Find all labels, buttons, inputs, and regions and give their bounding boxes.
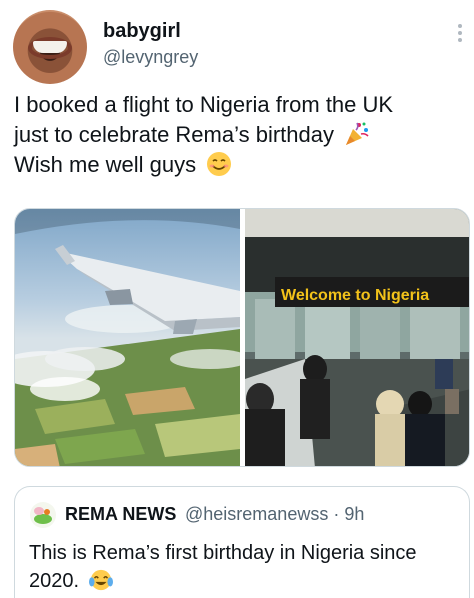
tweet-line-2: just to celebrate Rema’s birthday bbox=[14, 122, 334, 147]
welcome-sign-text: Welcome to Nigeria bbox=[281, 287, 429, 304]
quoted-line-2: 2020. bbox=[29, 570, 80, 592]
tweet-text: I booked a flight to Nigeria from the UK… bbox=[14, 90, 464, 180]
quoted-text: This is Rema’s first birthday in Nigeria… bbox=[29, 539, 449, 595]
tweet-line-1: I booked a flight to Nigeria from the UK bbox=[14, 92, 394, 117]
author-handle[interactable]: @levyngrey bbox=[103, 47, 198, 68]
quoted-avatar[interactable] bbox=[29, 501, 57, 529]
airport-arrival-photo[interactable]: Welcome to Nigeria bbox=[245, 209, 470, 467]
tweet-media[interactable]: Welcome to Nigeria bbox=[14, 208, 470, 467]
quoted-author-name[interactable]: REMA NEWS bbox=[65, 504, 176, 525]
more-options-icon[interactable] bbox=[458, 24, 464, 44]
quoted-line-1: This is Rema’s first birthday in Nigeria… bbox=[29, 542, 417, 564]
avatar-teeth bbox=[33, 41, 67, 53]
party-popper-icon bbox=[346, 122, 369, 145]
author-avatar[interactable] bbox=[13, 10, 87, 84]
tweet-line-3: Wish me well guys bbox=[14, 152, 197, 177]
smiling-face-icon bbox=[207, 152, 232, 176]
quoted-author-handle[interactable]: @heisremanewss · 9h bbox=[185, 504, 364, 525]
tears-of-joy-icon bbox=[88, 569, 113, 591]
airplane-wing-photo[interactable] bbox=[15, 209, 240, 467]
author-name[interactable]: babygirl bbox=[103, 20, 181, 43]
quoted-tweet[interactable]: REMA NEWS @heisremanewss · 9h This is Re… bbox=[14, 486, 470, 598]
